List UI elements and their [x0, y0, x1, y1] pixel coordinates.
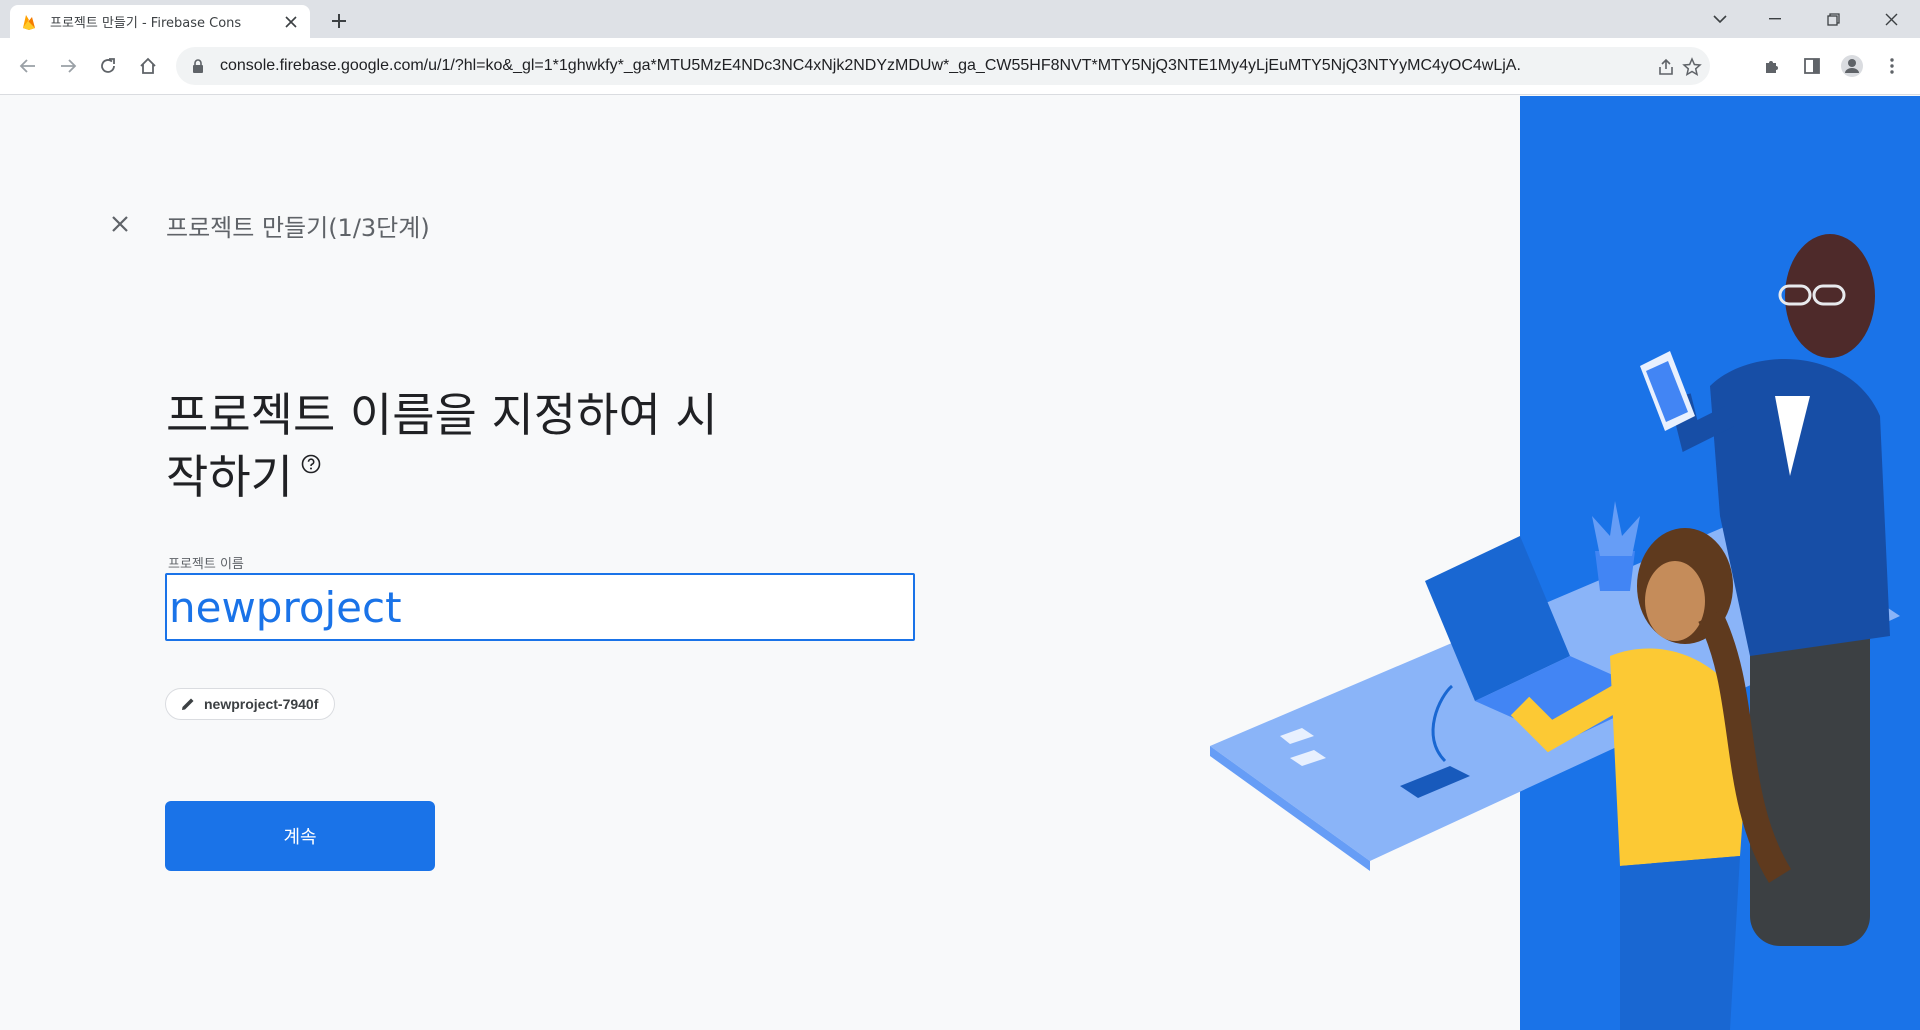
firebase-icon [23, 14, 35, 30]
man-head [1785, 234, 1875, 358]
forward-icon[interactable] [52, 50, 84, 82]
star-icon[interactable] [1682, 57, 1702, 77]
share-icon[interactable] [1656, 57, 1676, 77]
project-id-chip[interactable]: newproject-7940f [165, 688, 336, 720]
project-name-field[interactable] [165, 573, 915, 641]
close-icon[interactable] [282, 13, 300, 31]
tab-search-icon[interactable] [1695, 0, 1745, 38]
restore-icon[interactable] [1808, 0, 1858, 38]
project-id-text: newproject-7940f [204, 696, 319, 712]
back-icon[interactable] [12, 50, 44, 82]
woman-face [1645, 561, 1705, 641]
home-icon[interactable] [132, 50, 164, 82]
project-name-input[interactable] [167, 575, 913, 639]
tab-title: 프로젝트 만들기 - Firebase Cons [50, 16, 242, 31]
tab-strip: 프로젝트 만들기 - Firebase Cons [0, 0, 1920, 38]
extensions-icon[interactable] [1756, 50, 1788, 82]
page-heading: 프로젝트 이름을 지정하여 시 작하기 [166, 384, 766, 508]
lock-icon [193, 59, 203, 73]
browser-toolbar: console.firebase.google.com/u/1/?hl=ko&_… [0, 38, 1920, 95]
minimize-icon[interactable] [1750, 0, 1800, 38]
reload-icon[interactable] [92, 50, 124, 82]
new-tab-icon[interactable] [326, 8, 352, 34]
woman-pants [1620, 856, 1740, 1030]
help-icon[interactable] [301, 454, 321, 474]
continue-button[interactable]: 계속 [165, 801, 435, 871]
browser-tab[interactable]: 프로젝트 만들기 - Firebase Cons [10, 5, 310, 38]
profile-icon[interactable] [1836, 50, 1868, 82]
heading-line-2: 작하기 [166, 450, 293, 504]
heading-line-1: 프로젝트 이름을 지정하여 시 [166, 388, 718, 442]
url-text: console.firebase.google.com/u/1/?hl=ko&_… [220, 57, 1521, 74]
plant-pot [1595, 551, 1635, 591]
close-window-icon[interactable] [1866, 0, 1916, 38]
illustration [1210, 234, 1900, 1030]
side-panel-icon[interactable] [1796, 50, 1828, 82]
pencil-icon [182, 698, 194, 710]
address-bar[interactable]: console.firebase.google.com/u/1/?hl=ko&_… [176, 47, 1710, 85]
close-icon[interactable] [106, 210, 134, 238]
menu-icon[interactable] [1876, 50, 1908, 82]
project-name-label: 프로젝트 이름 [168, 557, 244, 572]
step-title: 프로젝트 만들기(1/3단계) [166, 214, 430, 242]
